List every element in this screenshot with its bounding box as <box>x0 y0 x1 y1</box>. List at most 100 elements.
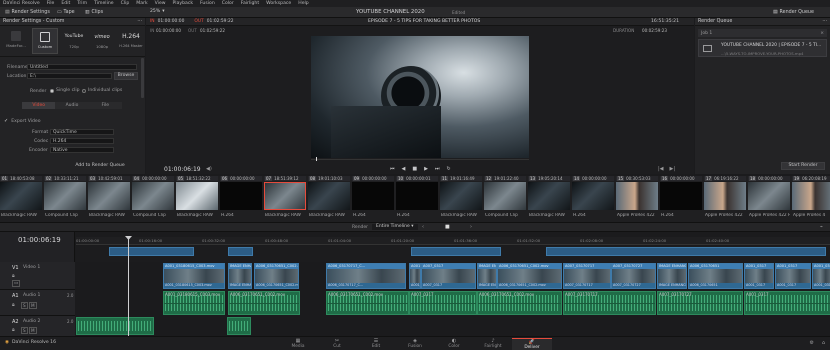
clip-thumbnail[interactable]: 01 18:40:53:08 Blackmagic RAW <box>0 176 42 222</box>
video-clip[interactable]: A006_03170651 A006_03170651 <box>688 263 743 289</box>
audio-clip[interactable] <box>227 317 251 335</box>
timeline-options-icon[interactable]: ⌁ <box>820 224 823 230</box>
video-clip[interactable]: A007_03170717 A007_03170717 <box>563 263 611 289</box>
upper-video-clip[interactable] <box>546 247 826 256</box>
track-visibility-icon[interactable]: ▭ <box>12 280 21 287</box>
tape-button[interactable]: ▭ Tape <box>54 8 78 16</box>
menu-item-6[interactable]: Mark <box>136 1 147 6</box>
close-icon[interactable]: × <box>820 31 824 36</box>
volume-icon[interactable]: ◀) <box>206 166 212 172</box>
render-settings-button[interactable]: ▤ Render Settings <box>2 8 53 16</box>
menu-item-4[interactable]: Timeline <box>94 1 114 6</box>
clip-thumbnail[interactable]: 1800:00:00:00 Apple ProRes 422 HQ <box>748 176 790 222</box>
next-frame-icon[interactable]: ▶| <box>670 166 676 172</box>
playhead-mark-icon[interactable]: ■ <box>445 224 450 230</box>
upper-video-clip[interactable] <box>109 247 194 256</box>
start-render-button[interactable]: Start Render <box>781 162 825 170</box>
menu-item-8[interactable]: Playback <box>173 1 194 6</box>
clip-thumbnail[interactable]: 15 00:30:53:03 Apple ProRes 422 <box>616 176 658 222</box>
page-tab-edit[interactable]: ☰ Edit <box>356 338 396 350</box>
loop-icon[interactable]: ↻ <box>446 166 450 172</box>
render-range-dropdown[interactable]: Entire Timeline ▾ <box>372 224 418 230</box>
lock-icon[interactable]: 🔒︎ <box>12 327 15 333</box>
menu-item-13[interactable]: Help <box>298 1 308 6</box>
audio-clip[interactable]: A006_03170651_C002.mov <box>326 291 409 315</box>
preset-madefor[interactable]: MadeFor... <box>4 29 28 48</box>
menu-item-1[interactable]: File <box>47 1 55 6</box>
stop-icon[interactable]: ■ <box>412 166 417 172</box>
individual-clips-radio[interactable]: Individual clips <box>82 88 122 93</box>
location-field[interactable]: E:\ <box>27 73 112 79</box>
video-clip[interactable]: IMAGE ENHANCEIMAGE ENHANCE <box>477 263 497 289</box>
home-icon[interactable]: ⌂ <box>822 340 825 346</box>
tab-file[interactable]: File <box>88 102 122 109</box>
video-clip[interactable]: IMAGE ENHANCEIMAGE ENHANCE <box>228 263 252 289</box>
panel-scrollbar[interactable] <box>141 58 144 98</box>
audio-clip[interactable]: A001_03180615_C003.mov <box>163 291 225 315</box>
track-header-v1[interactable]: V1 Video 1 🔒︎ ▭ <box>0 262 75 290</box>
go-to-start-icon[interactable]: ⏮ <box>390 166 395 172</box>
tab-video[interactable]: Video <box>22 102 56 109</box>
video-clip[interactable]: A001_0317A001_0317 <box>775 263 811 289</box>
clip-thumbnail[interactable]: 02 10:33:11:21 Compound Clip <box>44 176 86 222</box>
page-tab-fairlight[interactable]: ♪ Fairlight <box>473 338 513 350</box>
video-clip[interactable]: A001_0317A001_0317 <box>744 263 774 289</box>
video-clip[interactable]: A006_03170651_C002.movA006_03170651_C002… <box>497 263 562 289</box>
upper-video-clip[interactable] <box>411 247 501 256</box>
more-options-icon[interactable]: ··· <box>137 19 142 24</box>
job-header[interactable]: Job 1 × <box>698 29 827 37</box>
clip-thumbnail[interactable]: 06 00:00:00:00 H.264 <box>220 176 262 222</box>
clips-button[interactable]: ▥ Clips <box>82 8 106 16</box>
video-clip[interactable]: A007_0317 A007_0317 <box>421 263 476 289</box>
reverse-play-icon[interactable]: ◀ <box>402 166 406 172</box>
lock-icon[interactable]: 🔒︎ <box>12 302 15 308</box>
clip-thumbnail[interactable]: 08 19:01:10:03 Blackmagic RAW <box>308 176 350 222</box>
clip-thumbnail[interactable]: 13 19:05:20:14 Blackmagic RAW <box>528 176 570 222</box>
video-clip[interactable]: A001_03180615_C003.movA001_03180615_C003… <box>163 263 225 289</box>
timeline-playhead[interactable] <box>128 237 129 336</box>
filename-field[interactable]: Untitled <box>27 64 137 70</box>
audio-clip[interactable]: A007_0317 <box>409 291 477 315</box>
audio-clip[interactable]: A007_03170717 <box>563 291 656 315</box>
clip-thumbnail[interactable]: 16 00:00:00:00 H.264 <box>660 176 702 222</box>
menu-item-9[interactable]: Fusion <box>200 1 215 6</box>
menu-item-12[interactable]: Workspace <box>266 1 291 6</box>
render-job-item[interactable]: YOUTUBE CHANNEL 2020 | EPISODE 7 - 5 TI.… <box>698 39 827 57</box>
timeline-ruler[interactable]: 01:00:00:00 01:00:16:00 01:00:32:00 01:00:4… <box>76 237 830 245</box>
audio-clip[interactable] <box>76 317 154 335</box>
page-tab-media[interactable]: ▦ Media <box>278 338 318 350</box>
menu-item-7[interactable]: View <box>155 1 166 6</box>
export-video-checkbox[interactable]: ✓ Export Video <box>4 118 41 124</box>
zoom-dropdown[interactable]: 25% ▾ <box>150 9 165 14</box>
clip-thumbnail[interactable]: 07 18:51:39:12 Blackmagic RAW <box>264 176 306 222</box>
scrubber-track[interactable] <box>311 159 529 160</box>
more-options-icon[interactable]: ··· <box>822 19 827 24</box>
clip-thumbnail[interactable]: 19 06:20:08:19 Apple ProRes 4 <box>792 176 830 222</box>
preset-h264[interactable]: H.264 H.264 Master <box>118 31 144 48</box>
settings-icon[interactable]: ⚙ <box>810 340 814 346</box>
video-clip[interactable]: A001_03180615_C003.movA001_03180615_C003… <box>409 263 421 289</box>
menu-item-5[interactable]: Clip <box>121 1 130 6</box>
next-icon[interactable]: › <box>470 224 472 230</box>
upper-video-clip[interactable] <box>228 247 253 256</box>
menu-item-11[interactable]: Fairlight <box>241 1 259 6</box>
video-clip[interactable]: A007_03170727 A007_03170727 <box>611 263 656 289</box>
audio-clip[interactable]: A007_03170727 <box>657 291 743 315</box>
clip-thumbnail[interactable]: 04 00:00:00:00 Compound Clip <box>132 176 174 222</box>
single-clip-radio[interactable]: Single clip <box>50 88 80 93</box>
clip-thumbnail[interactable]: 14 00:00:00:00 H.264 <box>572 176 614 222</box>
render-queue-button[interactable]: ▤ Render Queue <box>770 8 817 16</box>
clip-thumbnail[interactable]: 03 10:42:59:01 Blackmagic RAW <box>88 176 130 222</box>
tab-audio[interactable]: Audio <box>55 102 89 109</box>
prev-icon[interactable]: ‹ <box>422 224 424 230</box>
preset-custom[interactable]: Custom <box>32 28 58 54</box>
clip-thumbnail[interactable]: 05 18:51:32:22 Blackmagic RAW <box>176 176 218 222</box>
audio-clip[interactable]: A006_03170651_C002.mov <box>228 291 300 315</box>
mute-button[interactable]: M <box>29 327 37 334</box>
audio-clip[interactable]: A006_03170651_C002.mov <box>477 291 562 315</box>
clip-thumbnail[interactable]: 12 19:01:22:40 Compound Clip <box>484 176 526 222</box>
video-clip[interactable]: A006_03170651_C002.movA006_03170651_C002… <box>254 263 299 289</box>
audio-clip[interactable]: A001_0317 <box>744 291 830 315</box>
video-clip[interactable]: A006_03170717_C... A006_03170717_C... <box>326 263 406 289</box>
codec-select[interactable]: H.264 <box>50 138 114 144</box>
